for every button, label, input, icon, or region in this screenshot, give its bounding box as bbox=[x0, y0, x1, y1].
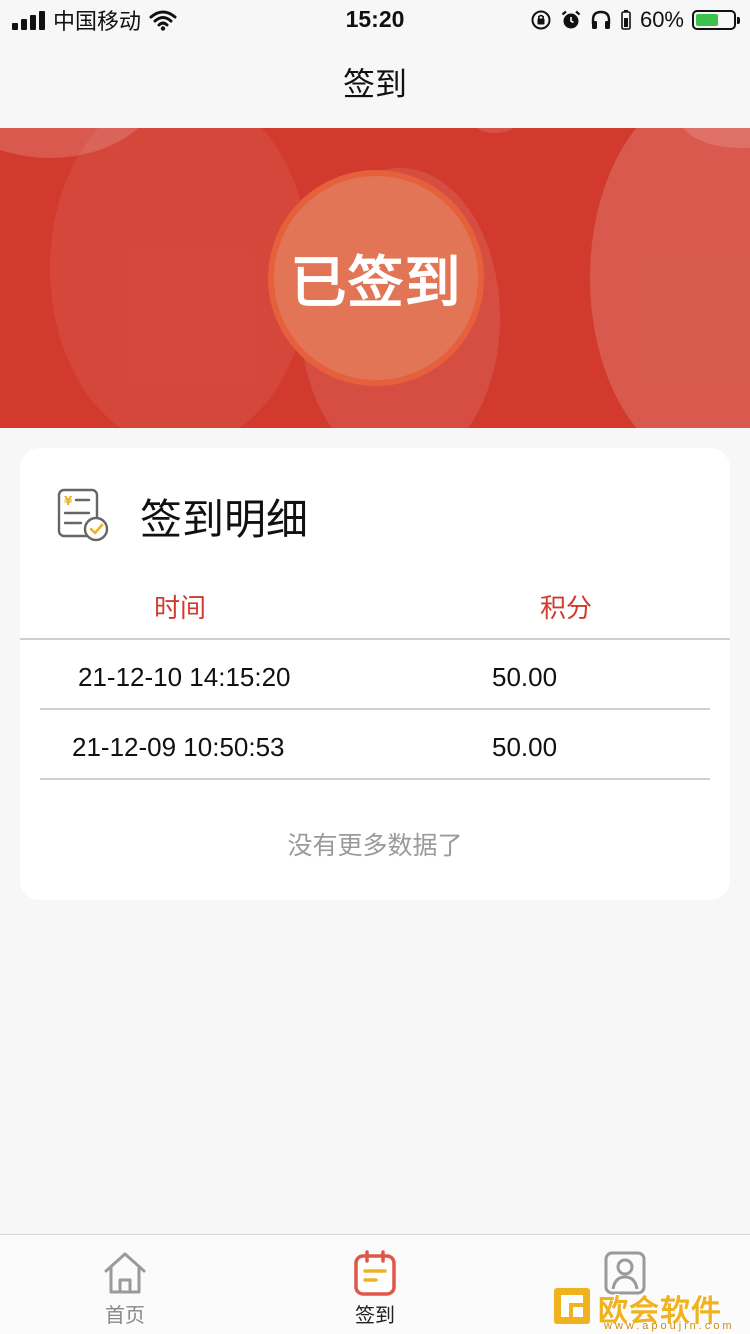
decorative-bubble bbox=[590, 128, 750, 428]
watermark-logo-icon bbox=[554, 1288, 590, 1324]
orientation-lock-icon bbox=[531, 10, 551, 30]
small-battery-icon bbox=[621, 10, 631, 30]
record-time: 21-12-10 14:15:20 bbox=[78, 662, 291, 692]
checkin-status-text: 已签到 bbox=[290, 250, 462, 314]
table-row: 21-12-10 14:15:20 50.00 bbox=[40, 640, 710, 710]
tab-home-label: 首页 bbox=[105, 1305, 145, 1327]
tab-checkin-label: 签到 bbox=[355, 1305, 395, 1327]
battery-icon bbox=[692, 10, 740, 30]
column-header-time: 时间 bbox=[154, 593, 207, 623]
no-more-data-text: 没有更多数据了 bbox=[287, 832, 463, 860]
document-check-icon: ¥ bbox=[57, 488, 109, 542]
battery-percent: 60% bbox=[639, 7, 684, 32]
table-row: 21-12-09 10:50:53 50.00 bbox=[40, 710, 710, 780]
nav-bar: 签到 bbox=[0, 40, 750, 128]
checkin-detail-card: ¥ 签到明细 时间 积分 21-12-10 14:15:20 50.00 21-… bbox=[20, 448, 730, 900]
status-bar: 中国移动 15:20 60% bbox=[0, 0, 750, 40]
decorative-bubble bbox=[465, 128, 525, 133]
tab-home[interactable]: 首页 bbox=[0, 1235, 250, 1334]
home-icon bbox=[104, 1252, 146, 1294]
checkin-banner: 已签到 bbox=[0, 128, 750, 428]
table-header: 时间 积分 bbox=[20, 578, 730, 640]
calendar-icon bbox=[354, 1250, 396, 1296]
record-points: 50.00 bbox=[492, 732, 558, 762]
page-title: 签到 bbox=[342, 66, 407, 102]
record-list: 21-12-10 14:15:20 50.00 21-12-09 10:50:5… bbox=[40, 640, 710, 780]
watermark-url: www.apoujin.com bbox=[604, 1320, 735, 1332]
svg-text:¥: ¥ bbox=[64, 494, 73, 508]
checkin-status-button[interactable]: 已签到 bbox=[268, 170, 484, 386]
column-header-points: 积分 bbox=[540, 593, 593, 623]
record-points: 50.00 bbox=[492, 662, 558, 692]
status-right: 60% bbox=[530, 6, 740, 34]
card-title: 签到明细 bbox=[140, 496, 309, 543]
card-header: ¥ 签到明细 bbox=[20, 448, 730, 578]
watermark: 欧会软件园 www.apoujin.com bbox=[552, 1284, 750, 1334]
record-time: 21-12-09 10:50:53 bbox=[72, 732, 285, 762]
headphones-icon bbox=[591, 10, 611, 29]
tab-checkin[interactable]: 签到 bbox=[250, 1235, 500, 1334]
alarm-icon bbox=[561, 10, 581, 29]
